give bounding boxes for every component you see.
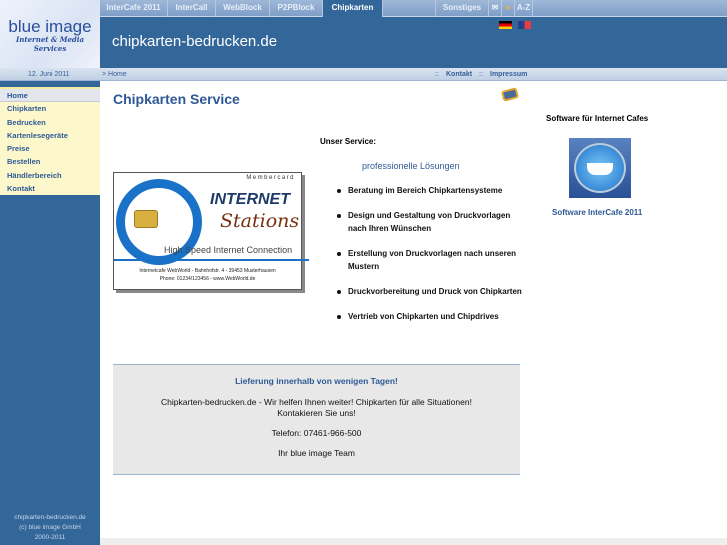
tab-p2pblock[interactable]: P2PBlock	[270, 0, 323, 17]
logo[interactable]: blue image Internet & Media Services	[0, 0, 100, 68]
card-reader-icon	[500, 87, 520, 102]
date-bar: 12. Juni 2011 > Home :: Kontakt :: Impre…	[0, 68, 727, 81]
tab-empty	[383, 0, 436, 17]
mail-icon[interactable]: ✉	[489, 0, 502, 17]
footer-years: 2000-2011	[34, 534, 66, 541]
intercafe-link[interactable]: Software InterCafe 2011	[552, 208, 642, 217]
english-flag-icon[interactable]	[518, 21, 531, 29]
tab-intercafe[interactable]: InterCafe 2011	[100, 0, 168, 17]
sidebar-item-kartenlesegeraete[interactable]: Kartenlesegeräte	[0, 129, 100, 142]
box-text: Kontakieren Sie uns!	[277, 408, 356, 418]
tab-a-z[interactable]: A-Z	[515, 0, 533, 17]
sidebar-footer: chipkarten-bedrucken.de (c) blue image G…	[0, 513, 100, 543]
footer-copyright: (c) blue image GmbH	[19, 524, 81, 531]
cup-shape	[587, 163, 613, 175]
list-item: Erstellung von Druckvorlagen nach unsere…	[336, 247, 526, 273]
right-heading: Software für Internet Cafes	[546, 114, 649, 123]
card-phone-line: Phone: 01234/123456 - www.WebWorld.de	[159, 276, 256, 282]
sidebar-item-kontakt[interactable]: Kontakt	[0, 182, 100, 195]
membercard-image: Membercard INTERNET Stations High Speed …	[113, 172, 309, 290]
sidebar-item-home[interactable]: Home	[0, 89, 100, 103]
service-heading: Unser Service:	[320, 137, 377, 146]
card-line	[114, 259, 309, 261]
page-title: Chipkarten Service	[113, 91, 240, 107]
card-brand: INTERNET	[210, 191, 290, 208]
sidebar-item-bedrucken[interactable]: Bedrucken	[0, 116, 100, 129]
list-item: Druckvorbereitung und Druck von Chipkart…	[336, 285, 526, 298]
separator: ::	[479, 71, 483, 78]
users-icon[interactable]: ●	[502, 0, 515, 17]
box-signature: Ihr blue image Team	[278, 448, 355, 458]
logo-tagline: Internet & Media Services	[15, 35, 84, 53]
impressum-link[interactable]: Impressum	[490, 68, 527, 81]
top-nav: InterCafe 2011 InterCall WebBlock P2PBlo…	[100, 0, 727, 17]
site-title: chipkarten-bedrucken.de	[112, 33, 278, 50]
date: 12. Juni 2011	[28, 71, 70, 78]
card-address-line: Internetcafe WebWorld - Bahnhofstr. 4 - …	[139, 268, 276, 274]
service-list: Beratung im Bereich Chipkartensysteme De…	[336, 184, 526, 335]
tab-chipkarten[interactable]: Chipkarten	[323, 0, 383, 17]
logo-text: blue image	[8, 17, 92, 36]
sidebar-item-chipkarten[interactable]: Chipkarten	[0, 102, 100, 115]
sidebar-menu: Home Chipkarten Bedrucken Kartenlesegerä…	[0, 87, 100, 196]
tab-intercall[interactable]: InterCall	[168, 0, 216, 17]
sidebar: Home Chipkarten Bedrucken Kartenlesegerä…	[0, 81, 100, 545]
tab-webblock[interactable]: WebBlock	[216, 0, 270, 17]
box-text: Chipkarten-bedrucken.de - Wir helfen Ihn…	[161, 397, 472, 407]
card-address: Internetcafe WebWorld - Bahnhofstr. 4 - …	[114, 267, 301, 283]
list-item: Beratung im Bereich Chipkartensysteme	[336, 184, 526, 197]
sidebar-item-preise[interactable]: Preise	[0, 142, 100, 155]
header: chipkarten-bedrucken.de	[100, 17, 727, 68]
sidebar-item-haendlerbereich[interactable]: Händlerbereich	[0, 169, 100, 182]
card-label: Membercard	[246, 175, 295, 181]
kontakt-link[interactable]: Kontakt	[446, 68, 472, 81]
bottom-bar	[100, 538, 727, 545]
box-phone: Telefon: 07461-966-500	[271, 428, 362, 438]
list-item: Vertrieb von Chipkarten und Chipdrives	[336, 310, 526, 323]
card-brand-script: Stations	[220, 210, 300, 232]
footer-site: chipkarten-bedrucken.de	[14, 514, 86, 521]
service-subheading: professionelle Lösungen	[362, 161, 460, 171]
info-box: Lieferung innerhalb von wenigen Tagen! C…	[113, 364, 520, 475]
tab-sonstiges[interactable]: Sonstiges	[436, 0, 489, 17]
sidebar-item-bestellen[interactable]: Bestellen	[0, 155, 100, 168]
intercafe-logo-icon[interactable]	[569, 138, 631, 198]
german-flag-icon[interactable]	[499, 21, 512, 29]
breadcrumb[interactable]: > Home	[102, 68, 127, 81]
card-tagline: High Speed Internet Connection	[164, 245, 293, 255]
separator: ::	[435, 71, 439, 78]
box-heading: Lieferung innerhalb von wenigen Tagen!	[235, 376, 398, 386]
list-item: Design und Gestaltung von Druckvorlagen …	[336, 209, 526, 235]
chip-icon	[134, 210, 158, 228]
